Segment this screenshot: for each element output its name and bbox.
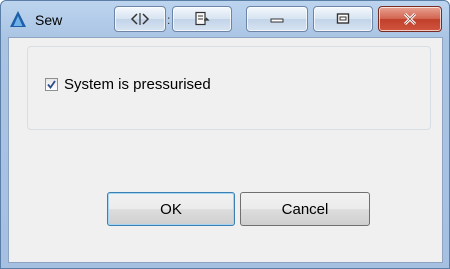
minimize-button[interactable]: [246, 6, 308, 32]
app-logo-icon: [9, 10, 27, 28]
cancel-button[interactable]: Cancel: [240, 192, 370, 226]
pressurised-checkbox-label[interactable]: System is pressurised: [64, 76, 211, 93]
nav-arrows-button[interactable]: [114, 6, 166, 32]
dock-button[interactable]: [172, 6, 232, 32]
window-title: Sew: [35, 12, 63, 28]
maximize-button[interactable]: [313, 6, 373, 32]
maximize-icon: [335, 12, 351, 26]
title-separator: :: [167, 13, 171, 27]
ok-button[interactable]: OK: [107, 192, 235, 226]
close-button[interactable]: [378, 6, 442, 32]
close-icon: [401, 11, 419, 27]
nav-arrows-icon: [130, 12, 150, 26]
dialog-window: Sew :: [0, 0, 450, 269]
pressurised-checkbox[interactable]: [45, 78, 58, 91]
minimize-icon: [269, 14, 285, 24]
title-bar[interactable]: Sew :: [1, 1, 449, 35]
dock-icon: [194, 11, 210, 27]
